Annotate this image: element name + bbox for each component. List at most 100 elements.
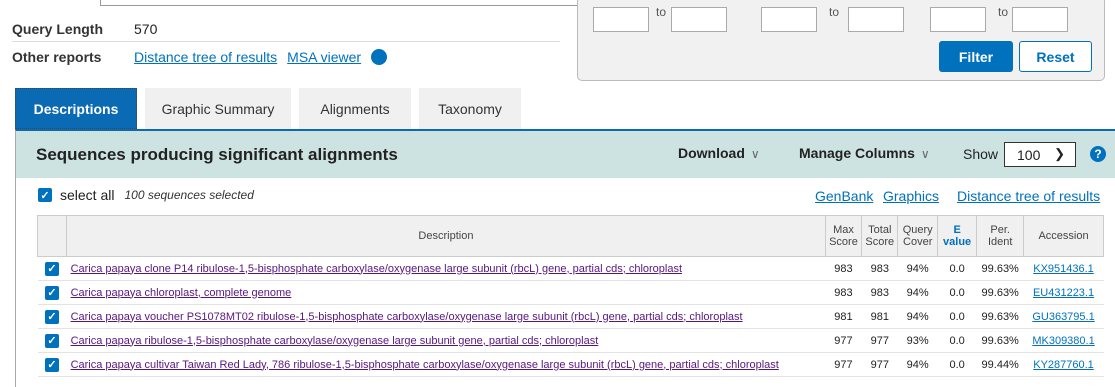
- description-link[interactable]: Carica papaya ribulose-1,5-bisphosphate …: [71, 335, 599, 347]
- table-row: ✓ Carica papaya voucher PS1078MT02 ribul…: [37, 304, 1104, 329]
- filter-min-input-1[interactable]: [593, 7, 649, 32]
- description-cell: Carica papaya cultivar Taiwan Red Lady, …: [66, 352, 826, 377]
- col-e-value[interactable]: Evalue: [936, 215, 978, 257]
- query-cover-cell: 94%: [897, 352, 938, 377]
- col-per-ident[interactable]: Per. Ident: [976, 215, 1025, 257]
- filter-button[interactable]: Filter: [939, 41, 1013, 72]
- col-description[interactable]: Description: [66, 215, 826, 257]
- query-length-value: 570: [134, 20, 158, 37]
- manage-columns-menu[interactable]: Manage Columns ∨: [799, 145, 930, 161]
- filter-max-input-2[interactable]: [848, 7, 904, 32]
- show-label: Show: [963, 146, 999, 162]
- row-checkbox[interactable]: ✓: [45, 261, 60, 276]
- to-label: to: [998, 5, 1009, 19]
- filter-min-input-3[interactable]: [930, 7, 986, 32]
- e-value-cell: 0.0: [937, 352, 977, 377]
- total-score-cell: 983: [861, 280, 898, 305]
- filter-min-input-2[interactable]: [761, 7, 817, 32]
- distance-tree-link[interactable]: Distance tree of results: [957, 188, 1100, 204]
- help-icon[interactable]: ?: [371, 49, 388, 65]
- per-ident-cell: 99.44%: [976, 352, 1024, 377]
- chevron-down-icon: ∨: [750, 147, 760, 161]
- row-checkbox-cell: ✓: [37, 256, 67, 281]
- table-row: ✓ Carica papaya chloroplast, complete ge…: [37, 280, 1104, 305]
- table-row: ✓ Carica papaya cultivar Taiwan Red Lady…: [37, 352, 1104, 377]
- per-ident-cell: 99.63%: [976, 280, 1024, 305]
- e-value-cell: 0.0: [937, 304, 977, 329]
- total-score-cell: 977: [861, 352, 898, 377]
- max-score-cell: 977: [825, 352, 862, 377]
- description-link[interactable]: Carica papaya clone P14 ribulose-1,5-bis…: [71, 263, 682, 275]
- accession-link[interactable]: MK309380.1: [1032, 335, 1094, 347]
- row-checkbox[interactable]: ✓: [45, 333, 60, 348]
- row-checkbox[interactable]: ✓: [45, 357, 60, 372]
- row-checkbox[interactable]: ✓: [45, 285, 60, 300]
- select-all-row: ✓ select all 100 sequences selected: [38, 187, 254, 203]
- genbank-link[interactable]: GenBank: [815, 188, 873, 204]
- col-accession[interactable]: Accession: [1023, 215, 1104, 257]
- results-tabs: Descriptions Graphic Summary Alignments …: [15, 88, 529, 129]
- tab-alignments[interactable]: Alignments: [299, 88, 411, 129]
- to-label: to: [656, 5, 667, 19]
- e-value-cell: 0.0: [937, 256, 977, 281]
- show-count-value: 100: [1017, 146, 1041, 163]
- checkbox-col-header: [36, 215, 68, 257]
- description-cell: Carica papaya ribulose-1,5-bisphosphate …: [66, 328, 826, 353]
- description-cell: Carica papaya voucher PS1078MT02 ribulos…: [66, 304, 826, 329]
- description-cell: Carica papaya clone P14 ribulose-1,5-bis…: [66, 256, 826, 281]
- row-checkbox-cell: ✓: [37, 352, 67, 377]
- max-score-cell: 977: [825, 328, 862, 353]
- row-checkbox-cell: ✓: [37, 280, 67, 305]
- reset-button[interactable]: Reset: [1019, 41, 1092, 72]
- query-length-label: Query Length: [12, 20, 104, 37]
- query-cover-cell: 94%: [897, 256, 938, 281]
- accession-cell: MK309380.1: [1023, 328, 1104, 353]
- filter-max-input-1[interactable]: [671, 7, 727, 32]
- chevron-down-icon: ❯: [1054, 146, 1065, 161]
- to-label: to: [829, 5, 840, 19]
- select-all-checkbox[interactable]: ✓: [38, 188, 52, 202]
- filter-max-input-3[interactable]: [1012, 7, 1068, 32]
- accession-link[interactable]: GU363795.1: [1032, 311, 1094, 323]
- accession-link[interactable]: KX951436.1: [1033, 263, 1094, 275]
- accession-cell: EU431223.1: [1023, 280, 1104, 305]
- row-checkbox-cell: ✓: [37, 328, 67, 353]
- total-score-cell: 981: [861, 304, 898, 329]
- download-label: Download: [678, 145, 745, 161]
- accession-link[interactable]: KY287760.1: [1033, 359, 1094, 371]
- results-header-bar: Sequences producing significant alignmen…: [16, 131, 1115, 178]
- row-checkbox[interactable]: ✓: [45, 309, 60, 324]
- accession-cell: KY287760.1: [1023, 352, 1104, 377]
- description-link[interactable]: Carica papaya voucher PS1078MT02 ribulos…: [71, 311, 743, 323]
- tab-graphic-summary[interactable]: Graphic Summary: [145, 88, 291, 129]
- selected-count: 100 sequences selected: [124, 188, 254, 202]
- per-ident-cell: 99.63%: [976, 328, 1024, 353]
- col-total-score[interactable]: Total Score: [861, 215, 899, 257]
- results-table: Description Max Score Total Score Query Cov…: [36, 215, 1104, 377]
- tab-taxonomy[interactable]: Taxonomy: [419, 88, 521, 129]
- query-cover-cell: 94%: [897, 280, 938, 305]
- row-checkbox-cell: ✓: [37, 304, 67, 329]
- per-ident-cell: 99.63%: [976, 304, 1024, 329]
- col-max-score[interactable]: Max Score: [824, 215, 863, 257]
- graphics-link[interactable]: Graphics: [883, 188, 939, 204]
- download-menu[interactable]: Download ∨: [678, 145, 760, 161]
- distance-tree-link[interactable]: Distance tree of results: [134, 49, 277, 65]
- help-icon[interactable]: ?: [1090, 146, 1106, 162]
- col-query-cover[interactable]: Query Cover: [897, 215, 938, 257]
- per-ident-cell: 99.63%: [976, 256, 1024, 281]
- description-link[interactable]: Carica papaya cultivar Taiwan Red Lady, …: [71, 359, 779, 371]
- chevron-down-icon: ∨: [920, 147, 930, 161]
- results-table-wrap: Description Max Score Total Score Query Cov…: [36, 215, 1104, 377]
- accession-link[interactable]: EU431223.1: [1033, 287, 1094, 299]
- e-value-cell: 0.0: [937, 280, 977, 305]
- select-all-label[interactable]: select all: [60, 187, 114, 203]
- description-link[interactable]: Carica papaya chloroplast, complete geno…: [71, 287, 292, 299]
- table-row: ✓ Carica papaya ribulose-1,5-bisphosphat…: [37, 328, 1104, 353]
- msa-viewer-link[interactable]: MSA viewer: [287, 49, 361, 65]
- show-count-select[interactable]: 100 ❯: [1004, 142, 1076, 167]
- results-title: Sequences producing significant alignmen…: [36, 145, 398, 164]
- tab-descriptions[interactable]: Descriptions: [15, 88, 137, 129]
- manage-columns-label: Manage Columns: [799, 145, 915, 161]
- e-value-cell: 0.0: [937, 328, 977, 353]
